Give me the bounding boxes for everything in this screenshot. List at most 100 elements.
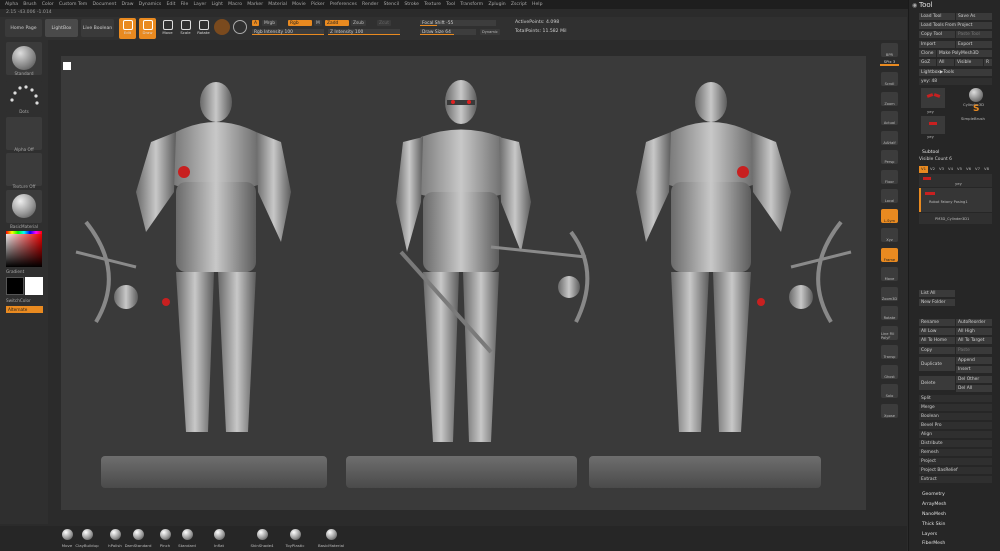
insert-button[interactable]: Insert bbox=[956, 366, 992, 373]
view-button[interactable]: Actual bbox=[881, 111, 898, 125]
menu-item[interactable]: Transform bbox=[460, 2, 483, 7]
focal-shift-slider[interactable]: Focal Shift -55 bbox=[420, 20, 496, 26]
goz-button[interactable]: GoZ bbox=[919, 59, 936, 66]
menu-item[interactable]: Document bbox=[92, 2, 116, 7]
merge-button[interactable]: Merge bbox=[919, 404, 992, 411]
copy-button[interactable]: Copy bbox=[919, 347, 955, 354]
tool-thumb-yey[interactable] bbox=[921, 88, 945, 108]
fibermesh-section[interactable]: FiberMesh bbox=[922, 541, 945, 546]
brush-slot[interactable]: ClayBuildup bbox=[72, 527, 102, 550]
geometry-section[interactable]: Geometry bbox=[922, 492, 945, 497]
view-button[interactable]: Transp bbox=[881, 345, 898, 359]
menu-item[interactable]: Alpha bbox=[5, 2, 18, 7]
align-button[interactable]: Align bbox=[919, 431, 992, 438]
boolean-button[interactable]: Boolean bbox=[919, 413, 992, 420]
home-page-button[interactable]: Home Page bbox=[5, 19, 42, 37]
draw-size-slider[interactable]: Draw Size 64 bbox=[420, 29, 476, 35]
new-folder-button[interactable]: New Folder bbox=[919, 299, 955, 306]
visible-count[interactable]: Visible Count 6 bbox=[919, 157, 952, 162]
edit-tool-button[interactable]: Edit bbox=[119, 18, 136, 39]
view-button[interactable]: Zoom bbox=[881, 91, 898, 106]
menu-item[interactable]: Stroke bbox=[404, 2, 419, 7]
rotate-tool-button[interactable]: Rotate bbox=[195, 18, 212, 39]
view-button[interactable]: Rotate bbox=[881, 306, 898, 320]
menu-item[interactable]: Tool bbox=[446, 2, 455, 7]
view-button[interactable]: Xpose bbox=[881, 403, 898, 418]
project-basrelief-button[interactable]: Project BasRelief bbox=[919, 467, 992, 474]
menu-item[interactable]: Custom Tem bbox=[59, 2, 87, 7]
menu-item[interactable]: Zplugin bbox=[488, 2, 505, 7]
secondary-color-swatch[interactable] bbox=[25, 277, 43, 295]
brush-slot[interactable]: DamStandard bbox=[123, 527, 153, 550]
zadd-toggle[interactable]: Zadd bbox=[325, 20, 349, 26]
color-picker[interactable] bbox=[6, 231, 42, 267]
menu-item[interactable]: Edit bbox=[167, 2, 176, 7]
main-color-swatch[interactable] bbox=[6, 277, 24, 295]
append-button[interactable]: Append bbox=[956, 357, 992, 364]
menu-item[interactable]: Stencil bbox=[384, 2, 400, 7]
thick-skin-section[interactable]: Thick Skin bbox=[922, 522, 945, 527]
save-as-button[interactable]: Save As bbox=[956, 13, 992, 20]
material-sphere-icon[interactable] bbox=[233, 20, 247, 34]
view-button[interactable]: AAHalf bbox=[881, 130, 898, 145]
version-tab[interactable]: V1 bbox=[919, 166, 928, 173]
version-tab[interactable]: V6 bbox=[964, 166, 973, 173]
document-canvas[interactable] bbox=[61, 56, 866, 510]
layers-section[interactable]: Layers bbox=[922, 532, 937, 537]
view-button[interactable]: Xyz bbox=[881, 228, 898, 242]
subtool-item[interactable]: PM3D_Cylinder3D1 bbox=[919, 213, 992, 224]
view-button[interactable]: Scroll bbox=[881, 72, 898, 86]
color-picker-icon[interactable] bbox=[214, 19, 230, 35]
view-button[interactable]: Ghost bbox=[881, 364, 898, 379]
copy-tool-button[interactable]: Copy Tool bbox=[919, 31, 955, 38]
bpr-button[interactable]: BPR bbox=[881, 43, 898, 57]
menu-item[interactable]: Marker bbox=[247, 2, 263, 7]
switch-color-label[interactable]: SwitchColor bbox=[0, 298, 48, 303]
menu-item[interactable]: Light bbox=[211, 2, 222, 7]
brush-slot[interactable]: Inflat bbox=[204, 527, 234, 550]
draw-tool-button[interactable]: Draw bbox=[139, 18, 156, 39]
autoreorder-button[interactable]: AutoReorder bbox=[956, 319, 992, 326]
all-low-button[interactable]: All Low bbox=[919, 328, 955, 335]
hue-strip[interactable] bbox=[6, 231, 42, 234]
menu-item[interactable]: Help bbox=[532, 2, 542, 7]
move-tool-button[interactable]: Move bbox=[159, 18, 176, 39]
view-button[interactable]: Line Fill PolyF bbox=[881, 325, 898, 340]
tool-thumb-yey-2[interactable] bbox=[921, 116, 945, 134]
version-tab[interactable]: V8 bbox=[982, 166, 991, 173]
export-button[interactable]: Export bbox=[956, 41, 992, 48]
brush-slot[interactable]: BasicMaterial bbox=[316, 527, 346, 550]
delete-button[interactable]: Delete bbox=[919, 376, 955, 390]
menu-item[interactable]: Macro bbox=[228, 2, 242, 7]
a-toggle[interactable]: A bbox=[252, 20, 260, 26]
visible-button[interactable]: Visible bbox=[955, 59, 983, 66]
view-button[interactable]: Frame bbox=[881, 247, 898, 262]
menu-item[interactable]: Movie bbox=[292, 2, 306, 7]
menu-item[interactable]: Texture bbox=[424, 2, 441, 7]
view-button[interactable]: Solo bbox=[881, 384, 898, 398]
project-button[interactable]: Project bbox=[919, 458, 992, 465]
version-tab[interactable]: V2 bbox=[928, 166, 937, 173]
all-high-button[interactable]: All High bbox=[956, 328, 992, 335]
distribute-button[interactable]: Distribute bbox=[919, 440, 992, 447]
all-to-target-button[interactable]: All To Target bbox=[956, 337, 992, 344]
subtool-item-selected[interactable]: Robot Fatany Posing1 bbox=[919, 188, 992, 212]
version-tab[interactable]: V5 bbox=[955, 166, 964, 173]
version-tab[interactable]: V3 bbox=[937, 166, 946, 173]
scale-tool-button[interactable]: Scale bbox=[177, 18, 194, 39]
current-tool-slider[interactable]: yey: 48 bbox=[919, 78, 992, 85]
clone-button[interactable]: Clone bbox=[919, 50, 936, 57]
menu-item[interactable]: Brush bbox=[23, 2, 36, 7]
zsub-toggle[interactable]: Zsub bbox=[351, 20, 366, 26]
dynamic-toggle[interactable]: Dynamic bbox=[480, 29, 500, 35]
bevel-pro-button[interactable]: Bevel Pro bbox=[919, 422, 992, 429]
menu-item[interactable]: Zscript bbox=[511, 2, 527, 7]
lightbox-button[interactable]: LightBox bbox=[45, 19, 78, 37]
nanomesh-section[interactable]: NanoMesh bbox=[922, 512, 946, 517]
simplebrush-icon[interactable]: S bbox=[973, 104, 979, 114]
view-button[interactable]: Move bbox=[881, 267, 898, 281]
subtool-item[interactable]: yey bbox=[919, 174, 992, 187]
m-toggle[interactable]: M bbox=[314, 20, 322, 26]
live-boolean-button[interactable]: Live Boolean bbox=[81, 19, 114, 37]
view-button[interactable]: Persp bbox=[881, 150, 898, 164]
